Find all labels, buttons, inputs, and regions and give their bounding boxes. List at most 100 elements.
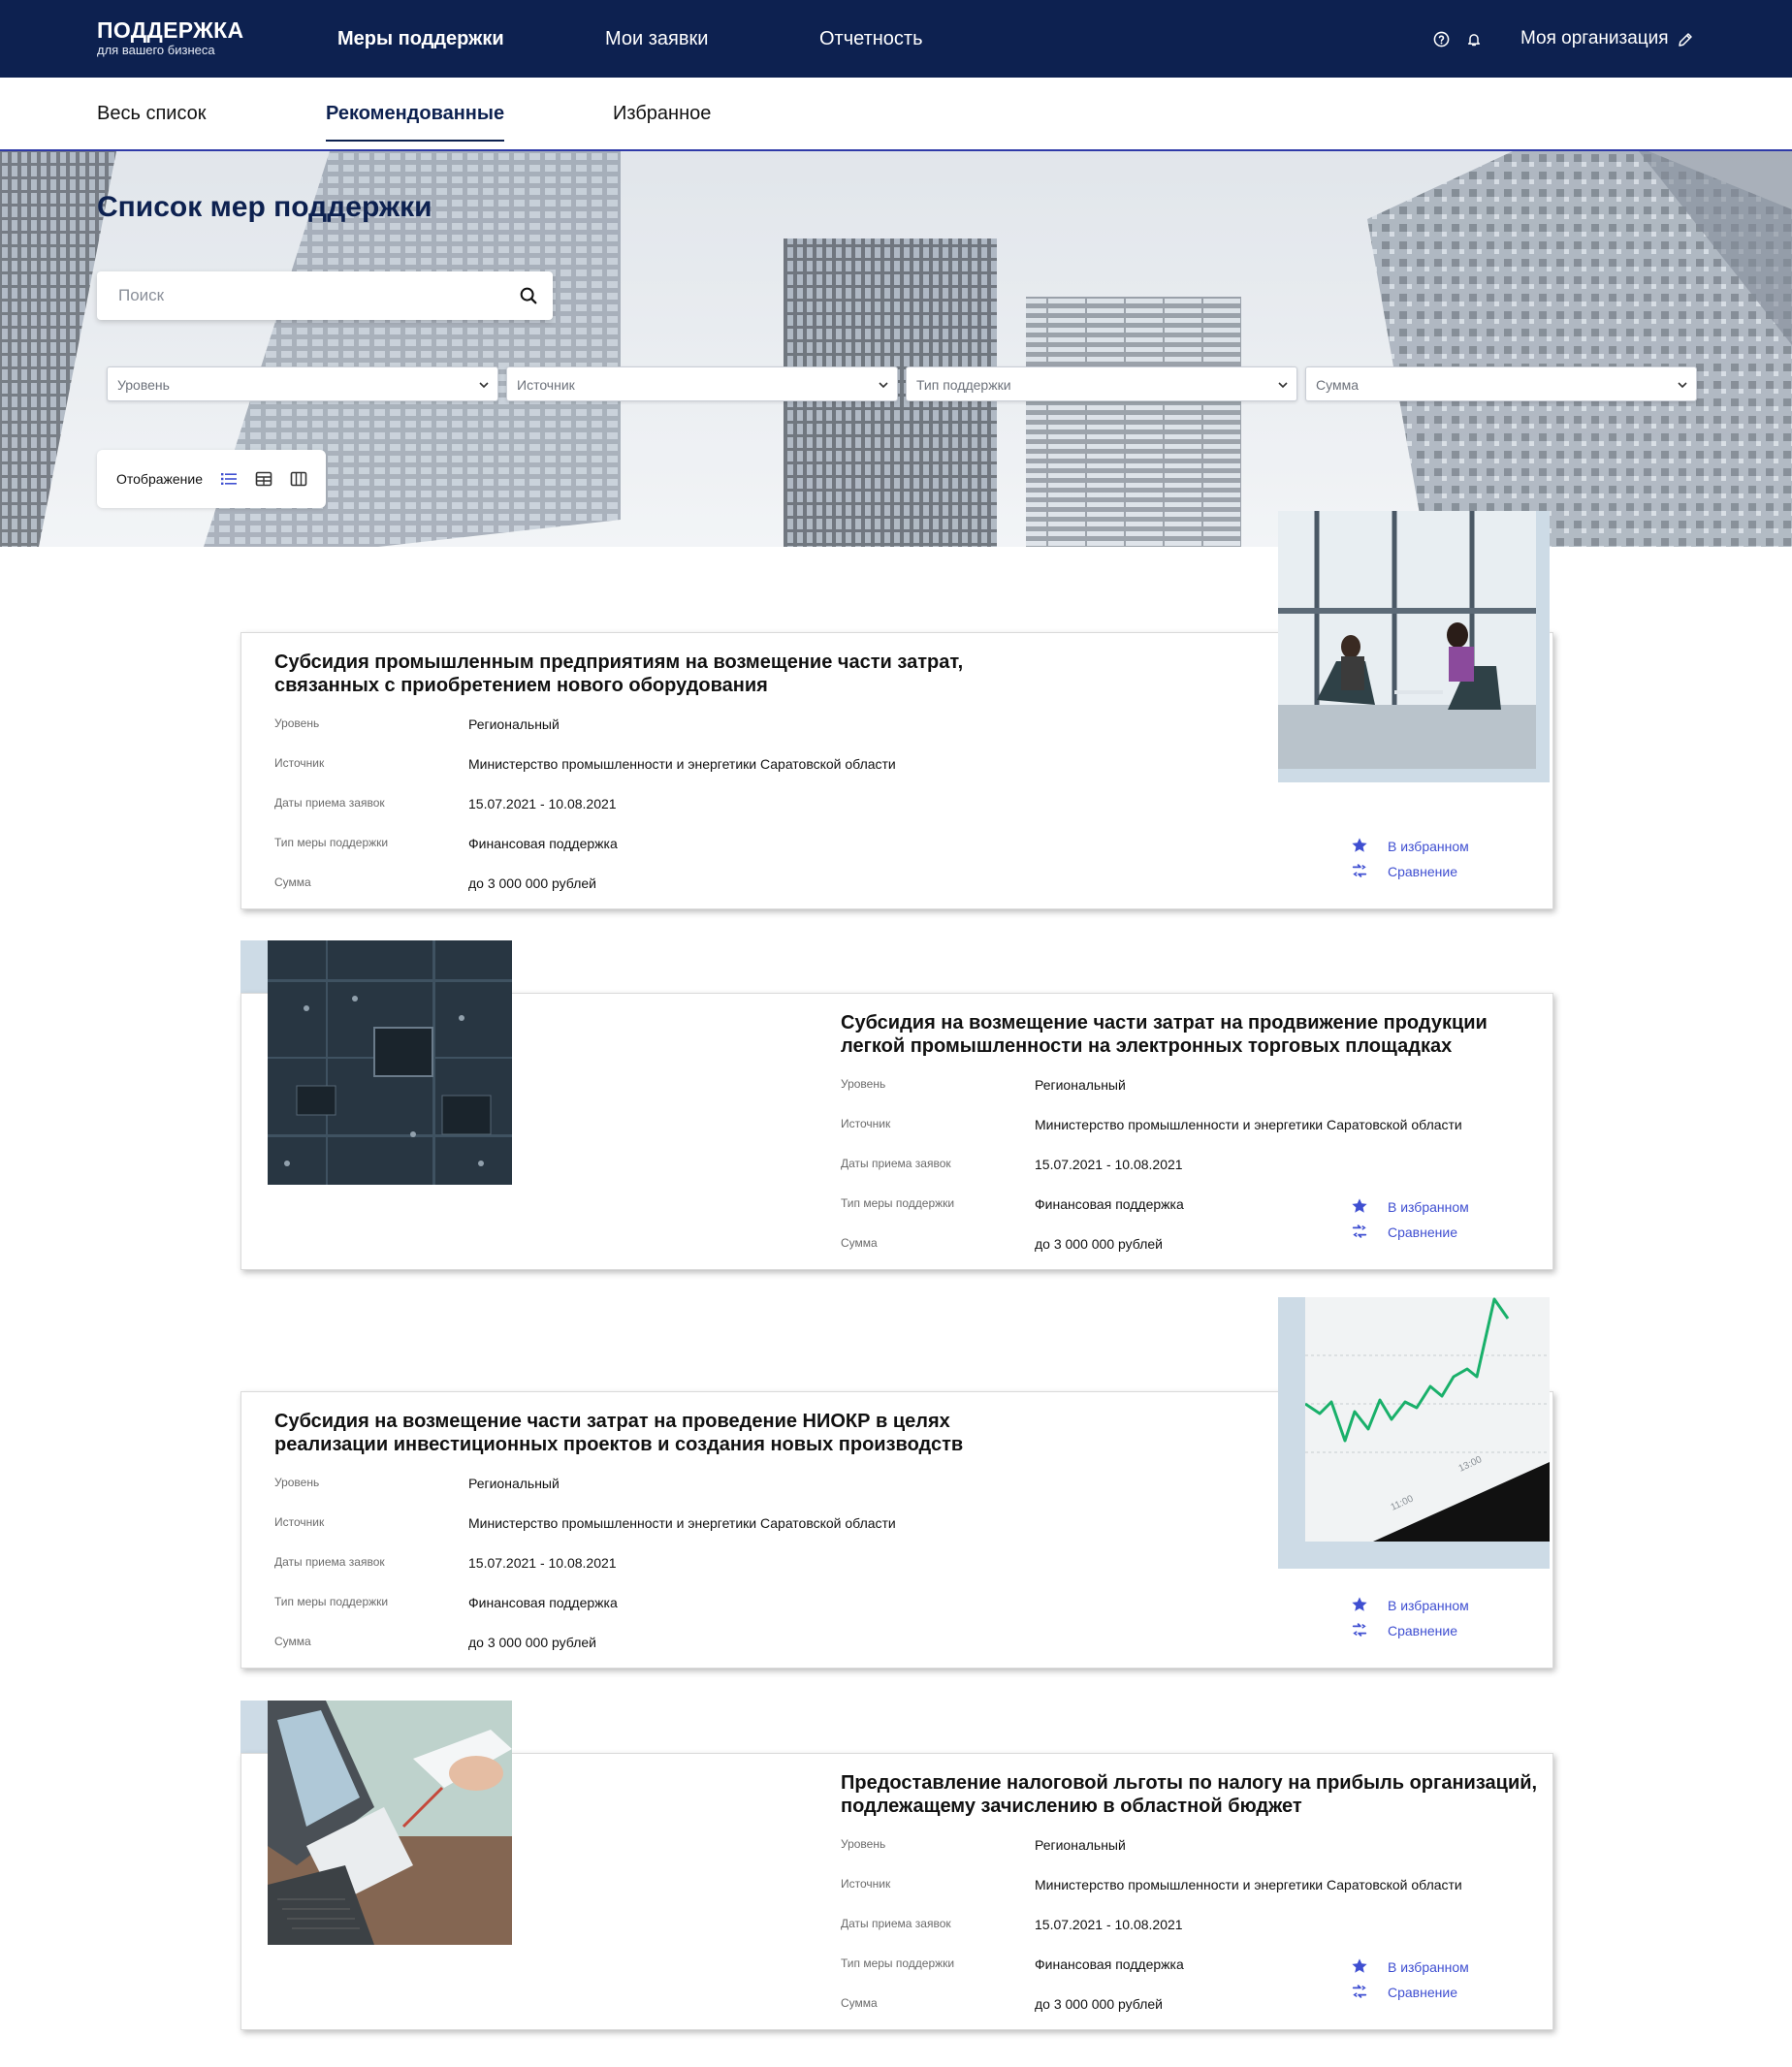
card-title[interactable]: Субсидия на возмещение части затрат на п… xyxy=(841,1011,1539,1058)
dates-value: 15.07.2021 - 10.08.2021 xyxy=(468,1555,617,1571)
laptop-desk-photo xyxy=(268,1701,512,1945)
compare-button[interactable]: Сравнение xyxy=(1388,863,1457,880)
type-label: Тип меры поддержки xyxy=(841,1196,955,1210)
my-organization-link[interactable]: Моя организация xyxy=(1520,27,1669,50)
list-icon[interactable] xyxy=(219,469,239,489)
compare-button[interactable]: Сравнение xyxy=(1388,1984,1457,2001)
logo-title: ПОДДЕРЖКА xyxy=(97,17,244,43)
circuit-board-photo xyxy=(268,940,512,1185)
compare-button[interactable]: Сравнение xyxy=(1388,1622,1457,1639)
stock-chart-photo: 11:00 13:00 xyxy=(1305,1297,1550,1542)
type-value: Финансовая поддержка xyxy=(1035,1956,1184,1972)
source-label: Источник xyxy=(274,1515,325,1529)
nav-item-support-measures[interactable]: Меры поддержки xyxy=(337,26,504,51)
level-label: Уровень xyxy=(274,1476,320,1489)
tab-recommended[interactable]: Рекомендованные xyxy=(326,101,505,142)
compare-icon[interactable] xyxy=(1351,1223,1368,1240)
level-label: Уровень xyxy=(841,1837,886,1851)
dates-label: Даты приема заявок xyxy=(274,796,385,810)
amount-label: Сумма xyxy=(841,1236,878,1250)
hero-banner: Список мер поддержки Уровень Источник Ти… xyxy=(0,151,1792,547)
source-label: Источник xyxy=(274,756,325,770)
filter-amount-label: Сумма xyxy=(1316,377,1359,393)
type-value: Финансовая поддержка xyxy=(468,1595,618,1610)
source-value: Министерство промышленности и энергетики… xyxy=(468,756,896,772)
compare-icon[interactable] xyxy=(1351,1983,1368,2000)
search-input[interactable] xyxy=(97,271,504,320)
type-label: Тип меры поддержки xyxy=(841,1956,955,1970)
page-title: Список мер поддержки xyxy=(97,191,432,223)
favorite-button[interactable]: В избранном xyxy=(1388,1958,1469,1976)
amount-label: Сумма xyxy=(274,1635,311,1648)
dates-value: 15.07.2021 - 10.08.2021 xyxy=(1035,1157,1183,1172)
chevron-down-icon xyxy=(1678,382,1687,389)
dates-label: Даты приема заявок xyxy=(841,1917,951,1930)
type-value: Финансовая поддержка xyxy=(1035,1196,1184,1212)
filter-support-type-label: Тип поддержки xyxy=(916,377,1011,393)
card-title[interactable]: Предоставление налоговой льготы по налог… xyxy=(841,1771,1539,1818)
filter-level-select[interactable]: Уровень xyxy=(107,366,498,401)
level-label: Уровень xyxy=(841,1077,886,1091)
card-title[interactable]: Субсидия на возмещение части затрат на п… xyxy=(274,1410,973,1456)
dates-value: 15.07.2021 - 10.08.2021 xyxy=(468,796,617,811)
star-icon[interactable] xyxy=(1351,837,1368,854)
amount-value: до 3 000 000 рублей xyxy=(1035,1996,1163,2012)
source-value: Министерство промышленности и энергетики… xyxy=(1035,1877,1462,1892)
filter-level-label: Уровень xyxy=(117,377,170,393)
amount-label: Сумма xyxy=(274,875,311,889)
card-title[interactable]: Субсидия промышленным предприятиям на во… xyxy=(274,651,973,697)
nav-item-my-applications[interactable]: Мои заявки xyxy=(605,26,708,51)
search-box xyxy=(97,271,553,320)
filter-support-type-select[interactable]: Тип поддержки xyxy=(906,366,1297,401)
level-value: Региональный xyxy=(468,1476,560,1491)
type-value: Финансовая поддержка xyxy=(468,836,618,851)
level-value: Региональный xyxy=(468,716,560,732)
logo[interactable]: ПОДДЕРЖКА для вашего бизнеса xyxy=(97,17,243,57)
chevron-down-icon xyxy=(879,382,888,389)
filter-source-select[interactable]: Источник xyxy=(506,366,898,401)
filter-amount-select[interactable]: Сумма xyxy=(1305,366,1697,401)
level-value: Региональный xyxy=(1035,1077,1126,1093)
columns-icon[interactable] xyxy=(289,469,308,489)
tab-favorites[interactable]: Избранное xyxy=(613,101,711,140)
bell-icon[interactable] xyxy=(1464,29,1484,48)
type-label: Тип меры поддержки xyxy=(274,836,389,849)
compare-icon[interactable] xyxy=(1351,1621,1368,1638)
pencil-icon[interactable] xyxy=(1676,30,1695,49)
compare-icon[interactable] xyxy=(1351,862,1368,879)
amount-value: до 3 000 000 рублей xyxy=(468,1635,596,1650)
nav-item-reporting[interactable]: Отчетность xyxy=(819,26,923,51)
magnifier-icon[interactable] xyxy=(518,285,539,306)
display-mode-switcher: Отображение xyxy=(97,450,326,508)
top-navigation-bar: ПОДДЕРЖКА для вашего бизнеса Меры поддер… xyxy=(0,0,1792,78)
star-icon[interactable] xyxy=(1351,1596,1368,1613)
dates-label: Даты приема заявок xyxy=(274,1555,385,1569)
type-label: Тип меры поддержки xyxy=(274,1595,389,1608)
chevron-down-icon xyxy=(1278,382,1288,389)
star-icon[interactable] xyxy=(1351,1197,1368,1215)
favorite-button[interactable]: В избранном xyxy=(1388,1198,1469,1216)
meeting-photo xyxy=(1278,511,1536,769)
tab-all-list[interactable]: Весь список xyxy=(97,101,207,140)
question-circle-icon[interactable] xyxy=(1431,29,1451,48)
amount-value: до 3 000 000 рублей xyxy=(1035,1236,1163,1252)
amount-label: Сумма xyxy=(841,1996,878,2010)
level-label: Уровень xyxy=(274,716,320,730)
filter-source-label: Источник xyxy=(517,377,575,393)
amount-value: до 3 000 000 рублей xyxy=(468,875,596,891)
favorite-button[interactable]: В избранном xyxy=(1388,1597,1469,1614)
table-icon[interactable] xyxy=(254,469,273,489)
star-icon[interactable] xyxy=(1351,1957,1368,1975)
favorite-button[interactable]: В избранном xyxy=(1388,838,1469,855)
logo-subtitle: для вашего бизнеса xyxy=(97,43,215,57)
source-label: Источник xyxy=(841,1877,891,1891)
tabs-bar: Весь список Рекомендованные Избранное xyxy=(0,78,1792,151)
dates-value: 15.07.2021 - 10.08.2021 xyxy=(1035,1917,1183,1932)
source-value: Министерство промышленности и энергетики… xyxy=(468,1515,896,1531)
display-mode-label: Отображение xyxy=(116,471,204,487)
source-label: Источник xyxy=(841,1117,891,1130)
chevron-down-icon xyxy=(479,382,489,389)
source-value: Министерство промышленности и энергетики… xyxy=(1035,1117,1462,1132)
level-value: Региональный xyxy=(1035,1837,1126,1853)
compare-button[interactable]: Сравнение xyxy=(1388,1224,1457,1241)
